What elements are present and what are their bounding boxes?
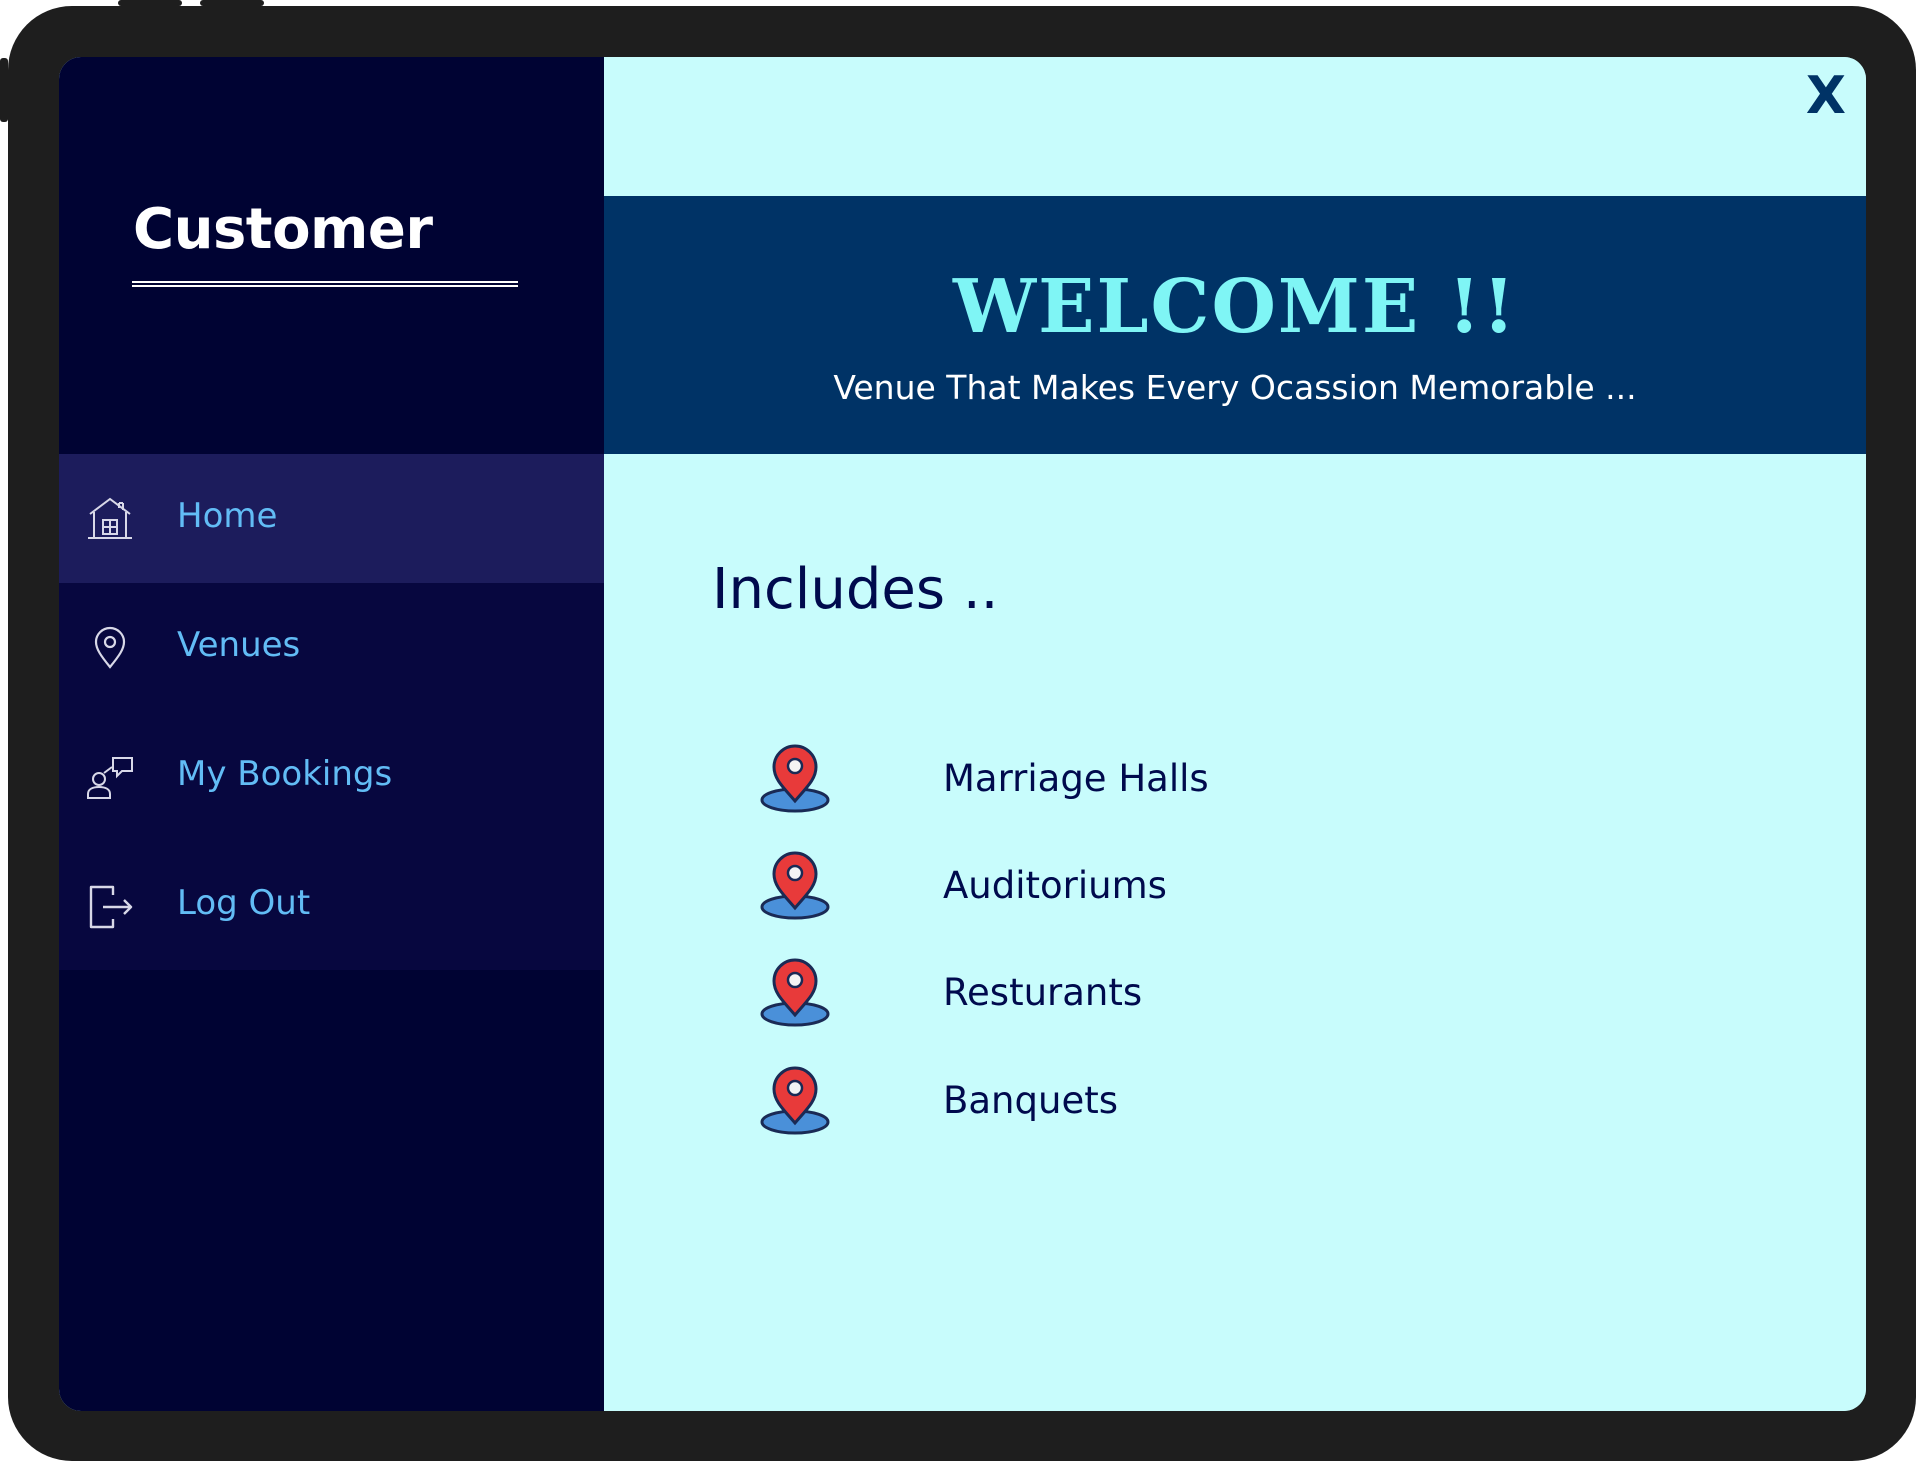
welcome-banner: WELCOME !! Venue That Makes Every Ocassi… [604, 196, 1866, 454]
sidebar-title: Customer [133, 197, 433, 262]
device-button-top-1 [118, 0, 182, 6]
device-button-top-2 [200, 0, 264, 6]
list-item-label: Banquets [943, 1079, 1118, 1122]
sidebar-title-underline [132, 281, 518, 287]
map-pin-icon [757, 743, 833, 815]
device-button-side [0, 58, 8, 122]
sidebar-nav: Home Venues My Bookings Log Out [59, 454, 604, 970]
map-pin-icon [757, 1065, 833, 1137]
app-window: Customer Home Venues My Bookings Log Out… [59, 57, 1866, 1411]
logout-icon [85, 881, 135, 931]
home-icon [85, 494, 135, 544]
welcome-title: WELCOME !! [953, 264, 1517, 350]
location-pin-icon [85, 623, 135, 673]
map-pin-icon [757, 850, 833, 922]
bookings-icon [85, 752, 135, 802]
sidebar-item-label: Venues [177, 625, 301, 665]
sidebar-item-home[interactable]: Home [59, 454, 604, 583]
close-button[interactable]: X [1806, 65, 1846, 127]
sidebar-item-my-bookings[interactable]: My Bookings [59, 712, 604, 841]
list-item-label: Resturants [943, 971, 1143, 1014]
list-item-resturants: Resturants [604, 957, 1304, 1037]
list-item-auditoriums: Auditoriums [604, 850, 1304, 930]
sidebar-item-venues[interactable]: Venues [59, 583, 604, 712]
list-item-marriage-halls: Marriage Halls [604, 743, 1304, 823]
sidebar-item-label: Home [177, 496, 278, 536]
map-pin-icon [757, 957, 833, 1029]
list-item-label: Marriage Halls [943, 757, 1209, 800]
welcome-tagline: Venue That Makes Every Ocassion Memorabl… [833, 368, 1637, 407]
sidebar-item-label: My Bookings [177, 754, 393, 794]
main-content: X WELCOME !! Venue That Makes Every Ocas… [604, 57, 1866, 1411]
sidebar-item-log-out[interactable]: Log Out [59, 841, 604, 970]
includes-heading: Includes .. [712, 557, 999, 622]
list-item-label: Auditoriums [943, 864, 1167, 907]
list-item-banquets: Banquets [604, 1065, 1304, 1145]
sidebar: Customer Home Venues My Bookings Log Out [59, 57, 604, 1411]
sidebar-item-label: Log Out [177, 883, 311, 923]
